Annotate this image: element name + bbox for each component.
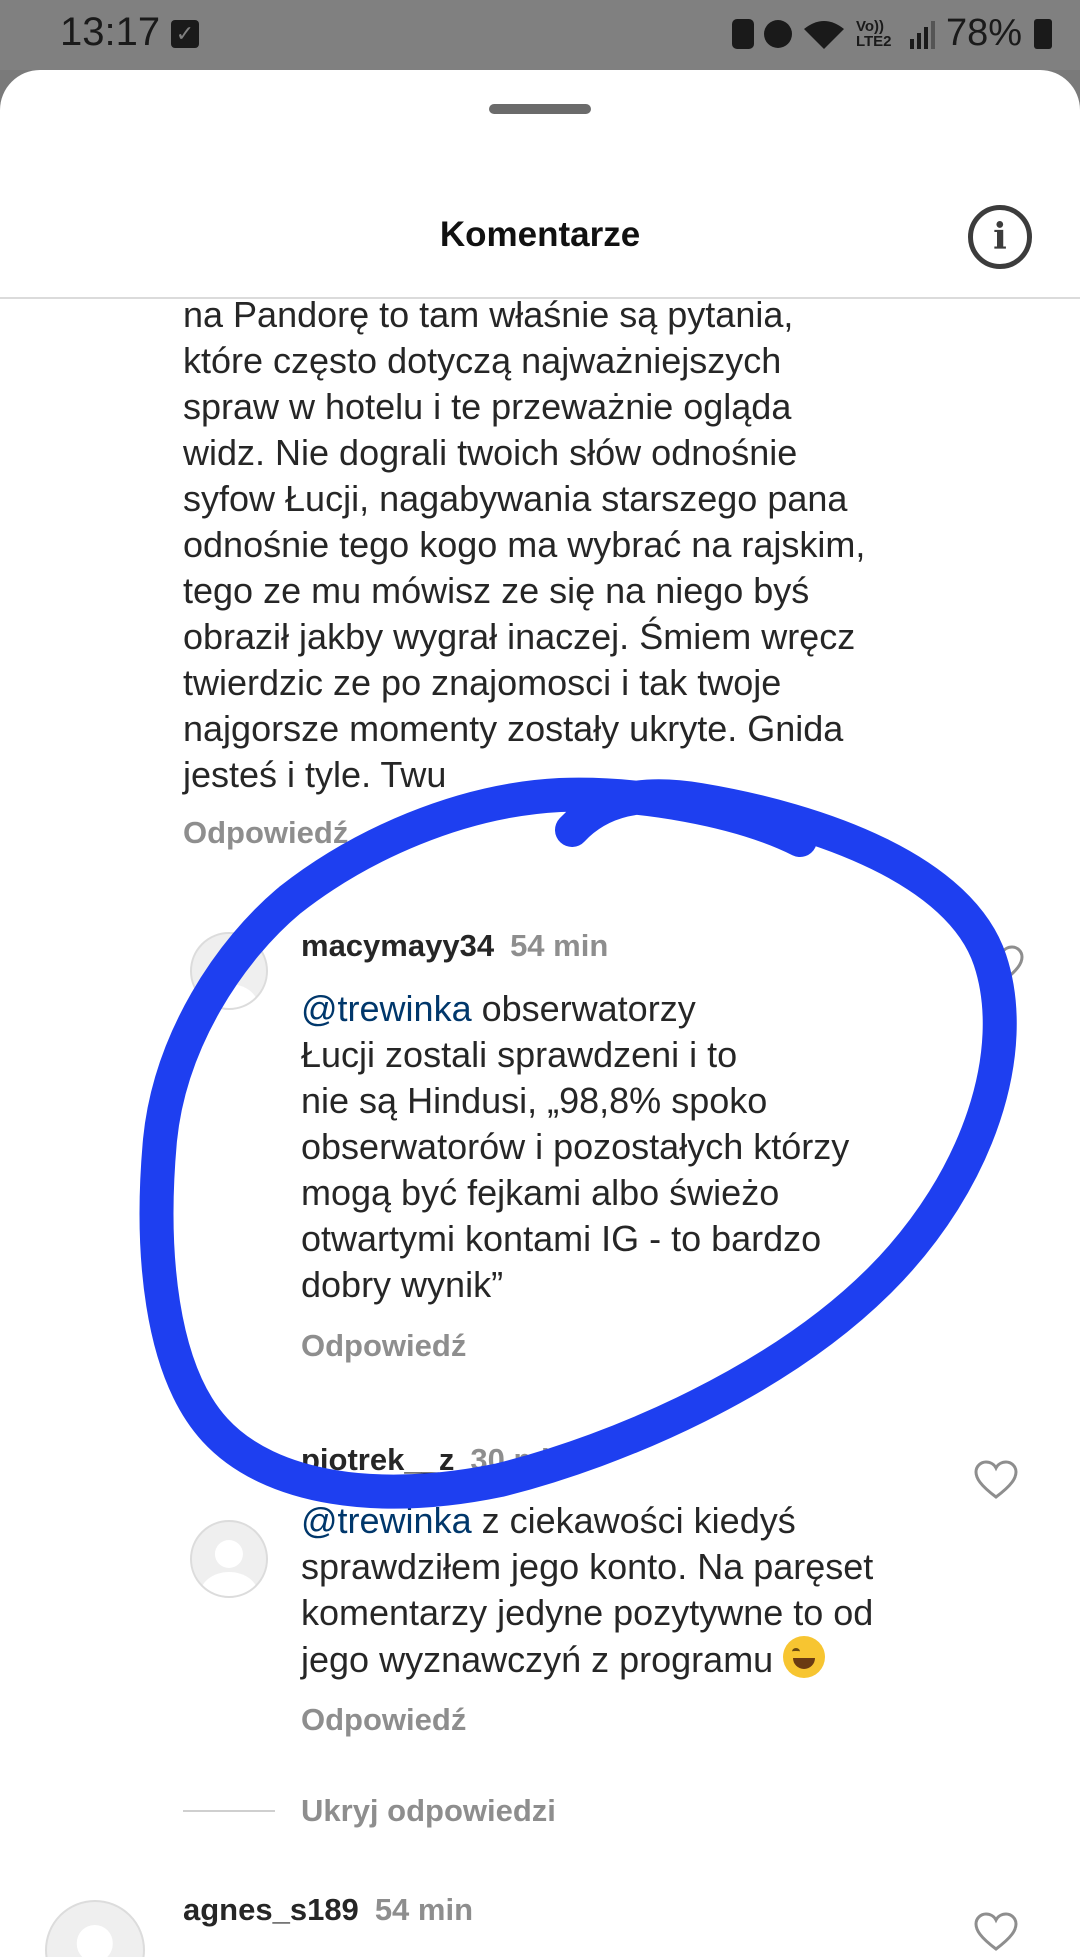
vpn-icon <box>731 18 754 49</box>
drag-handle[interactable] <box>489 104 591 114</box>
page-title: Komentarze <box>439 215 641 254</box>
username[interactable]: agnes_s189 <box>183 1892 359 1927</box>
comments-sheet: Komentarze i na Pandorę to tam właśnie s… <box>0 70 1080 1957</box>
like-heart-icon[interactable] <box>974 1912 1018 1952</box>
avatar[interactable] <box>45 1900 145 1957</box>
comment-text: na Pandorę to tam właśnie są pytania, kt… <box>183 294 866 795</box>
status-time: 13:17 <box>60 10 161 54</box>
info-icon[interactable]: i <box>968 205 1032 269</box>
comment-text: @trewinka obserwatorzy Łucji zostali spr… <box>301 986 951 1308</box>
comment-body: obserwatorzy Łucji zostali sprawdzeni i … <box>301 988 850 1305</box>
like-heart-icon[interactable] <box>974 1460 1018 1500</box>
comment-meta: agnes_s189 54 min <box>183 1892 473 1928</box>
status-bar: 13:17 ✓ Vo)) LTE2 78% <box>0 0 1080 70</box>
mention-link[interactable]: @trewinka <box>301 988 472 1029</box>
avatar[interactable] <box>190 932 268 1010</box>
checkbox-notification-icon: ✓ <box>171 20 199 48</box>
username[interactable]: macymayy34 <box>301 928 494 963</box>
comment-time: 54 min <box>374 1892 474 1927</box>
comment-text: @trewinka z ciekawości kiedyś sprawdziłe… <box>301 1498 951 1683</box>
status-icons: Vo)) LTE2 78% <box>731 12 1052 55</box>
mention-link[interactable]: @trewinka <box>301 1500 472 1541</box>
reply-button[interactable]: Odpowiedź <box>301 1702 466 1738</box>
hide-replies-line <box>183 1810 275 1812</box>
comment-time: 54 min <box>510 928 609 963</box>
avatar[interactable] <box>190 1520 268 1598</box>
signal-icon <box>909 20 935 49</box>
like-heart-icon[interactable] <box>980 945 1024 985</box>
reply-button[interactable]: Odpowiedź <box>301 1328 466 1364</box>
hide-replies-button[interactable]: Ukryj odpowiedzi <box>301 1793 556 1829</box>
battery-icon <box>1034 18 1052 49</box>
laughing-tears-emoji-icon <box>783 1636 826 1678</box>
battery-percent: 78% <box>945 12 1022 54</box>
comment-meta: piotrek__z 30 min <box>301 1442 569 1478</box>
lte-indicator: Vo)) LTE2 <box>855 17 892 50</box>
username[interactable]: piotrek__z <box>301 1442 454 1477</box>
comment-time: 30 min <box>470 1442 569 1477</box>
wifi-icon <box>803 20 844 49</box>
comment-meta: macymayy34 54 min <box>301 928 608 964</box>
alarm-icon <box>763 19 792 48</box>
reply-button[interactable]: Odpowiedź <box>183 815 348 851</box>
